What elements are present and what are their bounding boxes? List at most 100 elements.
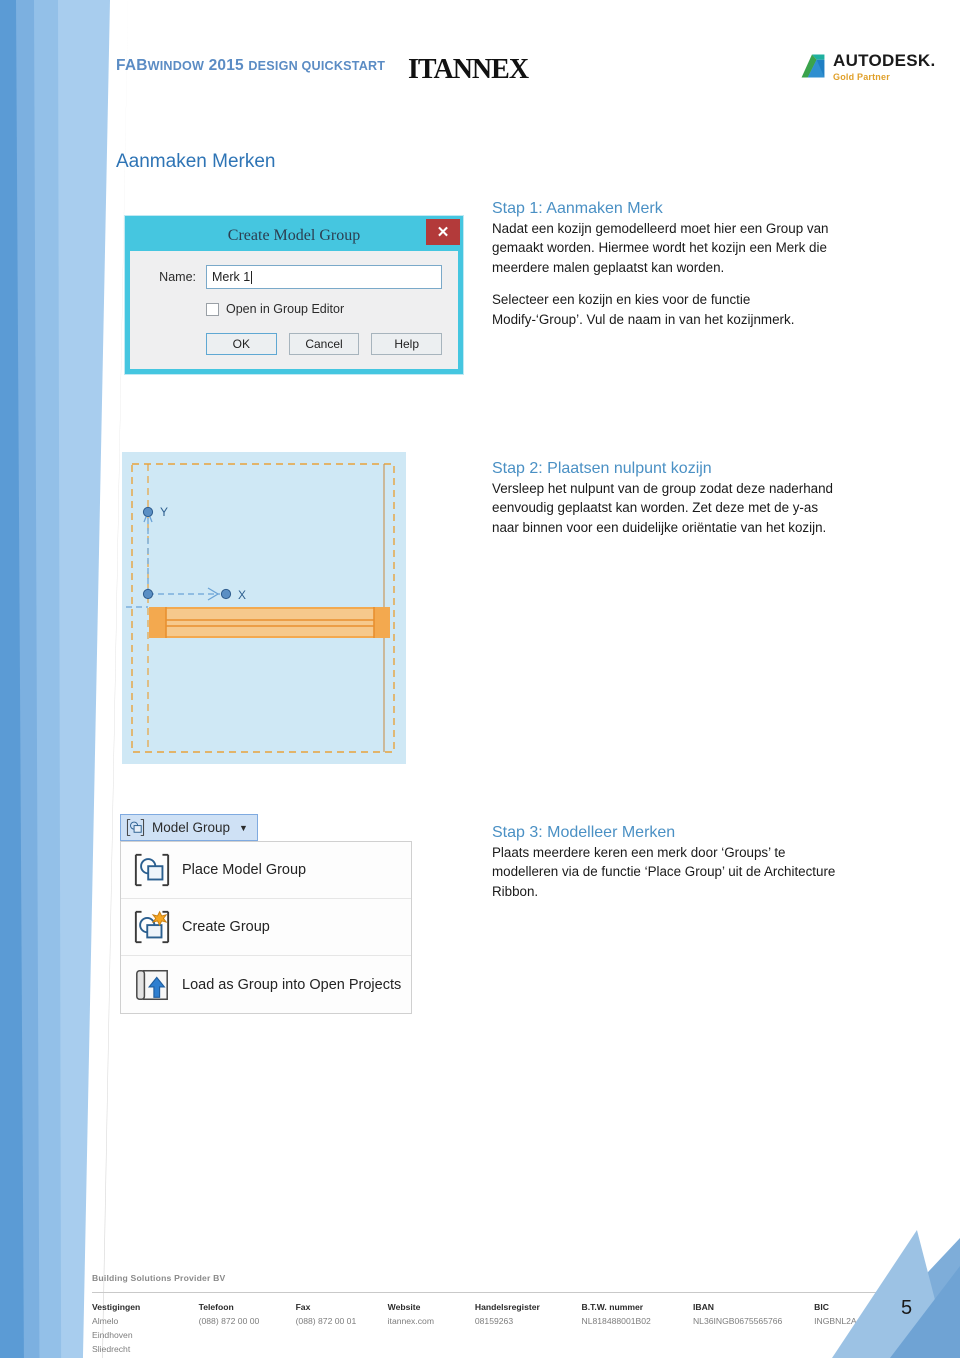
footer-column-btw: B.T.W. nummer NL818488001B02 [582,1301,693,1357]
axis-handle-y[interactable] [142,506,154,518]
chevron-down-icon: ▼ [239,822,248,833]
menu-item-create-group[interactable]: Create Group [121,899,411,956]
axis-label-x: X [238,588,246,602]
menu-item-place-model-group[interactable]: Place Model Group [121,842,411,899]
document-title-small-1: WINDOW [147,59,205,73]
footer-column-head: Handelsregister [474,1302,540,1312]
text-caret [251,270,253,284]
footer-value: Almelo [92,1315,119,1326]
cad-viewport-svg: Y X [122,452,406,764]
origin-handle[interactable] [142,588,154,600]
step-3-block: Stap 3: Modelleer Merken Plaats meerdere… [492,824,840,901]
footer-column-website: Website itannex.com [388,1301,475,1357]
document-page: FABWINDOW 2015 DESIGN QUICKSTART ITANNEX… [0,0,960,1358]
footer-column-head: Vestigingen [92,1302,141,1312]
document-title: FABWINDOW 2015 DESIGN QUICKSTART [116,57,385,75]
axis-handle-x[interactable] [220,588,232,600]
footer-value: 08159263 [474,1315,514,1326]
step-1-paragraph-2: Selecteer een kozijn en kies voor de fun… [492,292,795,327]
footer-value: itannex.com [387,1315,434,1326]
itannex-logo: ITANNEX [408,54,529,85]
model-group-button[interactable]: Model Group ▼ [120,814,258,841]
footer-value: (088) 872 00 00 [198,1315,260,1326]
footer-column-head: B.T.W. nummer [581,1302,644,1312]
band-stripe-4 [58,0,110,1358]
document-title-prefix: FAB [116,57,148,74]
help-button[interactable]: Help [371,333,443,355]
gold-partner-label: Gold Partner [833,72,890,82]
axis-label-y: Y [160,505,168,519]
footer-column-head: Fax [295,1302,311,1312]
name-input[interactable]: Merk 1 [206,265,442,289]
cancel-button[interactable]: Cancel [288,333,360,355]
frame-inner [166,609,374,636]
footer-column-bic: BIC INGBNL2A [814,1301,882,1357]
footer-value: NL818488001B02 [581,1315,651,1326]
left-decorative-band [0,0,128,1358]
menu-item-label: Load as Group into Open Projects [182,976,402,993]
page-header: FABWINDOW 2015 DESIGN QUICKSTART ITANNEX… [0,0,960,118]
footer-value: INGBNL2A [814,1315,857,1326]
dialog-title-bar: Create Model Group ✕ [130,219,460,251]
document-title-mid: 2015 [204,57,249,74]
footer-contact-table: Vestigingen Almelo Eindhoven Sliedrecht … [92,1301,882,1357]
model-group-button-label: Model Group [152,820,231,835]
page-number: 5 [901,1297,913,1319]
load-group-icon [136,969,168,1000]
footer-column-head: BIC [814,1302,829,1312]
dialog-title: Create Model Group [227,227,361,244]
step-3-paragraph-1: Plaats meerdere keren een merk door ‘Gro… [492,845,836,899]
place-model-group-icon [134,853,170,887]
band-stripe-2 [16,0,82,1358]
page-title: Aanmaken Merken [116,151,276,172]
autodesk-a-icon [801,54,825,78]
footer-divider [92,1292,882,1293]
create-group-icon [134,910,170,944]
step-2-title: Stap 2: Plaatsen nulpunt kozijn [492,460,712,477]
footer-column-handelsregister: Handelsregister 08159263 [475,1301,582,1357]
name-label: Name: [159,270,196,284]
autodesk-logo-text: AUTODESK. Gold Partner [833,52,936,82]
open-in-group-editor-checkbox-row[interactable]: Open in Group Editor [206,302,442,316]
footer-value: (088) 872 00 01 [295,1315,357,1326]
footer-column-head: IBAN [692,1302,714,1312]
dialog-button-row: OK Cancel Help [206,333,443,355]
footer-column-iban: IBAN NL36INGB0675565766 [693,1301,814,1357]
autodesk-wordmark: AUTODESK. [833,51,936,70]
checkbox-label: Open in Group Editor [226,302,345,316]
menu-item-load-as-group[interactable]: Load as Group into Open Projects [121,956,411,1013]
step-1-block: Stap 1: Aanmaken Merk Nadat een kozijn g… [492,200,840,329]
band-stripe-3 [34,0,102,1358]
step-2-paragraph-1: Versleep het nulpunt van de group zodat … [492,481,833,535]
ok-button[interactable]: OK [206,333,277,355]
footer-value: NL36INGB0675565766 [692,1315,783,1326]
name-input-value: Merk 1 [212,270,251,284]
footer-column-head: Telefoon [198,1302,234,1312]
footer-column-vestigingen: Vestigingen Almelo Eindhoven Sliedrecht [92,1301,199,1357]
document-title-small-2: DESIGN QUICKSTART [248,59,386,73]
cad-viewport-illustration: Y X [122,452,406,764]
create-model-group-dialog: Create Model Group ✕ Name: Merk 1 Open i… [125,216,463,374]
menu-item-label: Create Group [182,919,270,935]
menu-item-label: Place Model Group [182,862,307,878]
model-group-icon [126,818,145,837]
footer-value: Sliedrecht [92,1343,131,1354]
dialog-body: Name: Merk 1 Open in Group Editor OK Can… [130,251,458,369]
step-2-block: Stap 2: Plaatsen nulpunt kozijn Versleep… [492,460,840,537]
name-field-row: Name: Merk 1 [140,265,442,289]
close-icon[interactable]: ✕ [426,219,460,245]
step-3-title: Stap 3: Modelleer Merken [492,824,676,841]
autodesk-gold-partner-logo: AUTODESK. Gold Partner [800,52,936,82]
footer-value: Eindhoven [92,1329,133,1340]
footer-column-telefoon: Telefoon (088) 872 00 00 [199,1301,296,1357]
model-group-dropdown: Model Group ▼ Place Model Group Create G… [120,814,412,1014]
step-1-paragraph-1: Nadat een kozijn gemodelleerd moet hier … [492,221,829,275]
footer-column-head: Website [387,1302,421,1312]
step-1-title: Stap 1: Aanmaken Merk [492,200,663,217]
band-stripe-1 [0,0,40,1358]
page-footer: Building Solutions Provider BV Vestiging… [92,1273,882,1357]
checkbox-icon[interactable] [206,302,219,316]
model-group-menu: Place Model Group Create Group Load as G… [120,841,412,1014]
footer-column-fax: Fax (088) 872 00 01 [296,1301,388,1357]
footer-company-name: Building Solutions Provider BV [92,1273,226,1283]
